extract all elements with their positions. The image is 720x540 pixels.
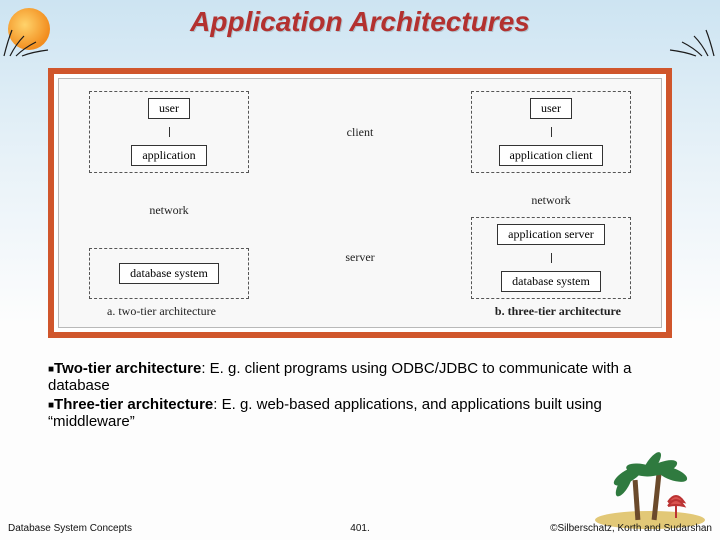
network-label-left: network <box>149 203 188 218</box>
three-tier-column: user application client network applicat… <box>471 91 631 299</box>
footer-page: 401. <box>350 523 369 534</box>
bullet-bold: Three-tier architecture <box>54 396 213 413</box>
network-label-right: network <box>531 193 570 208</box>
bullet-three-tier: ■Three-tier architecture: E. g. web-base… <box>48 396 660 430</box>
connector <box>169 127 170 137</box>
connector <box>551 127 552 137</box>
architecture-figure: user application network database system… <box>48 68 672 338</box>
node-database-right: database system <box>501 271 601 292</box>
bullet-two-tier: ■Two-tier architecture: E. g. client pro… <box>48 360 660 394</box>
server-group-right: application server database system <box>471 217 631 299</box>
client-group-left: user application <box>89 91 249 173</box>
page-title: Application Architectures <box>0 0 720 38</box>
server-label: server <box>345 250 374 265</box>
reeds-left-icon <box>2 28 52 58</box>
connector <box>169 216 170 250</box>
mid-labels: client server <box>320 91 400 299</box>
node-database-left: database system <box>119 263 219 284</box>
reeds-right-icon <box>666 28 716 58</box>
footer-left: Database System Concepts <box>8 523 132 534</box>
two-tier-column: user application network database system <box>89 91 249 299</box>
footer-copyright: ©Silberschatz, Korth and Sudarshan <box>550 523 712 534</box>
node-user-left: user <box>148 98 190 119</box>
bullet-bold: Two-tier architecture <box>54 360 201 377</box>
node-application: application <box>131 145 206 166</box>
client-group-right: user application client <box>471 91 631 173</box>
node-user-right: user <box>530 98 572 119</box>
client-label: client <box>347 125 374 140</box>
node-app-client: application client <box>499 145 604 166</box>
island-icon <box>580 440 710 530</box>
figure-inner: user application network database system… <box>58 78 662 328</box>
caption-three-tier: b. three-tier architecture <box>495 304 621 319</box>
caption-two-tier: a. two-tier architecture <box>107 304 216 319</box>
bullet-list: ■Two-tier architecture: E. g. client pro… <box>48 360 660 432</box>
server-group-left: database system <box>89 248 249 299</box>
node-app-server: application server <box>497 224 605 245</box>
connector <box>551 253 552 263</box>
